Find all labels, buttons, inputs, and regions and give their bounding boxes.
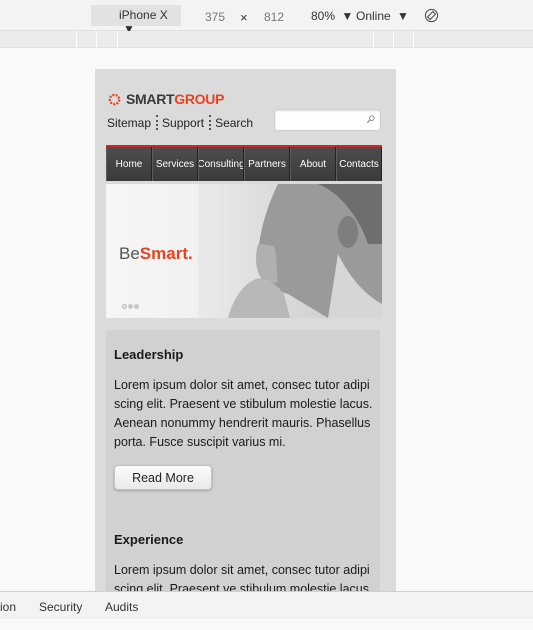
gear-logo-icon — [108, 93, 121, 105]
hero-tagline-smart: Smart. — [139, 244, 193, 263]
device-select[interactable]: iPhone X ▼ — [91, 5, 181, 36]
main-nav: Home Services Consulting Partners About … — [106, 145, 382, 181]
rotate-icon[interactable] — [424, 8, 439, 23]
nav-item-partners[interactable]: Partners — [244, 147, 290, 181]
zoom-select[interactable]: 80% ▼ — [311, 9, 353, 23]
devtools-tab-bar: ion Security Audits — [0, 591, 533, 619]
tab-security[interactable]: Security — [39, 600, 82, 614]
logo-text-group: GROUP — [174, 91, 225, 107]
hero-tagline: BeSmart. — [119, 244, 193, 264]
device-toolbar: iPhone X ▼ 375 × 812 80% ▼ Online ▼ — [0, 0, 533, 36]
nav-item-consulting[interactable]: Consulting — [198, 147, 244, 181]
logo-text-smart: SMART — [126, 91, 175, 107]
zoom-value: 80% — [311, 9, 336, 23]
network-select[interactable]: Online ▼ — [356, 9, 409, 23]
top-links: Sitemap Support Search — [107, 115, 253, 130]
tab-partial[interactable]: ion — [0, 600, 16, 614]
slider-dots — [122, 304, 140, 309]
section-body-leadership: Lorem ipsum dolor sit amet, consec tutor… — [114, 378, 373, 449]
times-sign: × — [240, 10, 248, 25]
width-field[interactable]: 375 — [205, 10, 225, 24]
search-box — [274, 109, 381, 131]
slider-dot[interactable] — [128, 304, 133, 309]
section-title-leadership: Leadership — [114, 347, 184, 362]
nav-item-services[interactable]: Services — [152, 147, 198, 181]
tab-audits[interactable]: Audits — [105, 600, 138, 614]
search-input[interactable] — [278, 110, 368, 130]
sitemap-link[interactable]: Sitemap — [107, 116, 151, 130]
read-more-button[interactable]: Read More — [114, 465, 212, 490]
slider-dot[interactable] — [134, 304, 139, 309]
network-value: Online — [356, 9, 391, 23]
portrait-image — [198, 184, 382, 318]
search-icon[interactable] — [365, 114, 376, 125]
device-viewport: SMART GROUP Sitemap Support Search Home … — [95, 69, 396, 591]
height-field[interactable]: 812 — [264, 10, 284, 24]
chevron-down-icon: ▼ — [397, 9, 409, 23]
support-link[interactable]: Support — [162, 116, 204, 130]
nav-item-about[interactable]: About — [290, 147, 336, 181]
divider — [209, 115, 212, 130]
site-logo[interactable]: SMART GROUP — [107, 90, 224, 108]
device-name: iPhone X — [119, 8, 168, 22]
chevron-down-icon: ▼ — [341, 9, 354, 23]
content-column: Leadership Lorem ipsum dolor sit amet, c… — [106, 330, 380, 591]
hero-tagline-be: Be — [119, 244, 140, 263]
section-body-experience: Lorem ipsum dolor sit amet, consec tutor… — [114, 563, 373, 591]
hero-slider[interactable]: BeSmart. — [106, 184, 382, 318]
search-link[interactable]: Search — [215, 116, 253, 130]
nav-item-contacts[interactable]: Contacts — [336, 147, 382, 181]
section-title-experience: Experience — [114, 532, 184, 547]
media-query-ruler[interactable] — [0, 31, 533, 48]
divider — [156, 115, 159, 130]
slider-dot[interactable] — [122, 304, 127, 309]
nav-item-home[interactable]: Home — [106, 147, 152, 181]
